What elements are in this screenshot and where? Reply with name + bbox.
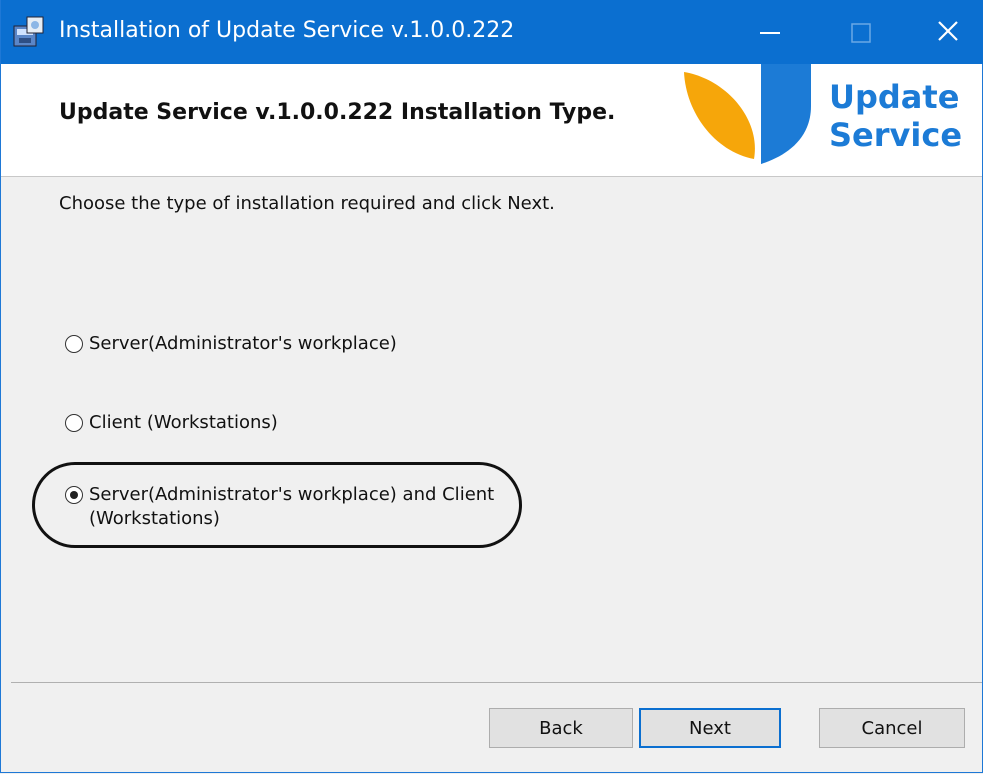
- maximize-button[interactable]: [826, 0, 896, 64]
- update-service-logo-icon: [684, 64, 811, 164]
- logo-text-line1: Update: [829, 78, 960, 116]
- header-divider: [1, 176, 982, 177]
- radio-button-server[interactable]: [65, 335, 83, 353]
- wizard-header: Update Service v.1.0.0.222 Installation …: [1, 64, 982, 176]
- minimize-button[interactable]: [736, 0, 806, 64]
- radio-option-client[interactable]: Client (Workstations): [65, 411, 509, 435]
- title-bar[interactable]: Installation of Update Service v.1.0.0.2…: [1, 0, 983, 64]
- footer-divider: [11, 682, 982, 683]
- logo-wordmark: Update Service: [829, 78, 962, 154]
- cancel-button[interactable]: Cancel: [819, 708, 965, 748]
- radio-label-client[interactable]: Client (Workstations): [89, 411, 509, 435]
- radio-option-server[interactable]: Server(Administrator's workplace): [65, 332, 509, 356]
- radio-button-client[interactable]: [65, 414, 83, 432]
- radio-label-server[interactable]: Server(Administrator's workplace): [89, 332, 509, 356]
- installer-window: Installation of Update Service v.1.0.0.2…: [0, 0, 983, 773]
- installer-icon: [13, 16, 44, 47]
- close-button[interactable]: [913, 0, 983, 64]
- instruction-text: Choose the type of installation required…: [59, 193, 555, 214]
- back-button[interactable]: Back: [489, 708, 633, 748]
- next-button[interactable]: Next: [639, 708, 781, 748]
- logo-text-line2: Service: [829, 116, 963, 154]
- annotation-highlight-ellipse: [32, 462, 522, 548]
- page-title: Update Service v.1.0.0.222 Installation …: [59, 100, 616, 125]
- window-title: Installation of Update Service v.1.0.0.2…: [59, 18, 515, 43]
